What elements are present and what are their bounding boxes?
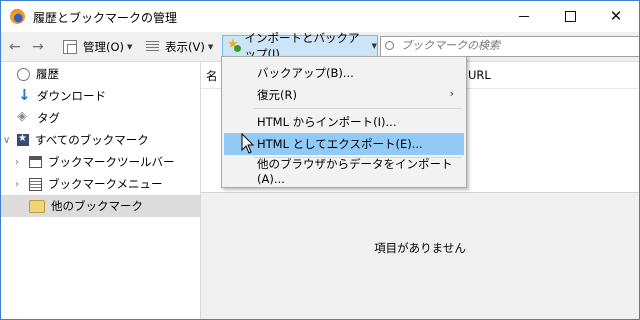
chevron-down-icon: ▼	[127, 42, 133, 51]
views-button[interactable]: 表示(V) ▼	[146, 32, 213, 61]
sidebar-item-label: ブックマークメニュー	[48, 177, 163, 191]
menu-item-import-html[interactable]: HTML からインポート(I)...	[224, 111, 464, 133]
sidebar-item-downloads[interactable]: ダウンロード	[1, 85, 216, 107]
menu-item-label: HTML としてエクスポート(E)...	[257, 137, 423, 151]
close-icon: ✕	[609, 7, 623, 25]
sidebar-item-bookmarks-menu[interactable]: › ブックマークメニュー	[1, 173, 214, 195]
menu-item-restore[interactable]: 復元(R) ›	[224, 84, 464, 106]
back-arrow-icon: ←	[9, 38, 21, 55]
empty-message: 項目がありません	[374, 241, 466, 255]
download-icon	[17, 86, 31, 104]
sidebar-item-label: すべてのブックマーク	[35, 133, 149, 147]
details-pane: 項目がありません	[201, 192, 639, 319]
forward-arrow-icon: →	[32, 38, 44, 55]
all-bookmarks-icon	[17, 133, 29, 146]
chevron-down-icon: ▼	[371, 42, 377, 50]
menu-item-label: 他のブラウザからデータをインポート(A)...	[257, 157, 453, 186]
title-bar: 履歴とブックマークの管理 ✕	[1, 1, 639, 32]
sidebar-item-all-bookmarks[interactable]: ∨ すべてのブックマーク	[1, 129, 202, 151]
chevron-down-icon: ▼	[207, 42, 214, 51]
forward-button[interactable]: →	[32, 32, 44, 61]
sidebar-item-tags[interactable]: タグ	[1, 107, 216, 129]
sidebar: 履歴 ダウンロード タグ ∨ すべてのブックマーク › ブックマークツールバー …	[1, 62, 201, 319]
organize-label: 管理(O)	[83, 39, 125, 54]
folder-icon	[29, 199, 45, 213]
tag-icon	[17, 109, 31, 125]
back-button[interactable]: ←	[9, 32, 21, 61]
column-name-header[interactable]: 名	[206, 68, 218, 84]
window-title: 履歴とブックマークの管理	[33, 11, 178, 25]
library-window: 履歴とブックマークの管理 ✕ ← → 管理(O) ▼ 表示(V) ▼ インポート…	[0, 0, 640, 320]
menu-item-import-other-browser[interactable]: 他のブラウザからデータをインポート(A)...	[224, 157, 464, 186]
firefox-icon	[10, 9, 25, 24]
menu-item-label: HTML からインポート(I)...	[257, 115, 397, 129]
search-icon	[385, 41, 394, 50]
sidebar-item-bookmarks-toolbar[interactable]: › ブックマークツールバー	[1, 151, 214, 173]
minimize-button[interactable]	[501, 1, 547, 32]
search-box[interactable]	[380, 36, 639, 57]
views-label: 表示(V)	[165, 39, 205, 54]
clock-icon	[17, 67, 30, 81]
sidebar-item-label: 履歴	[36, 67, 59, 81]
sidebar-item-history[interactable]: 履歴	[1, 63, 216, 85]
menu-item-export-html[interactable]: HTML としてエクスポート(E)...	[224, 133, 464, 155]
chevron-right-icon[interactable]: ›	[15, 179, 25, 190]
sidebar-item-label: 他のブックマーク	[51, 199, 143, 213]
sidebar-item-other-bookmarks[interactable]: 他のブックマーク	[1, 195, 200, 217]
maximize-button[interactable]	[547, 1, 593, 32]
menu-item-label: バックアップ(B)...	[257, 66, 354, 80]
sidebar-item-label: ダウンロード	[37, 89, 106, 103]
minimize-icon	[519, 16, 529, 17]
organize-icon	[63, 39, 77, 54]
chevron-right-icon[interactable]: ›	[15, 157, 25, 168]
import-backup-button[interactable]: インポートとバックアップ(I) ▼	[222, 31, 378, 61]
chevron-right-icon: ›	[449, 87, 454, 100]
sidebar-item-label: タグ	[37, 111, 60, 125]
organize-button[interactable]: 管理(O) ▼	[63, 32, 132, 61]
views-icon	[146, 41, 159, 52]
column-url-header[interactable]: URL	[468, 68, 491, 82]
bookmarks-menu-icon	[29, 177, 42, 191]
search-input[interactable]	[401, 39, 631, 52]
sidebar-item-label: ブックマークツールバー	[48, 155, 175, 169]
import-backup-menu: バックアップ(B)... 復元(R) › HTML からインポート(I)... …	[221, 56, 467, 188]
menu-separator	[254, 108, 462, 109]
menu-item-label: 復元(R)	[257, 88, 297, 102]
import-backup-icon	[227, 37, 241, 52]
close-button[interactable]: ✕	[593, 1, 639, 32]
bookmarks-toolbar-icon	[29, 156, 42, 168]
maximize-icon	[564, 11, 576, 22]
chevron-down-icon[interactable]: ∨	[3, 135, 13, 146]
mouse-cursor-icon	[241, 133, 255, 154]
menu-item-backup[interactable]: バックアップ(B)...	[224, 62, 464, 84]
